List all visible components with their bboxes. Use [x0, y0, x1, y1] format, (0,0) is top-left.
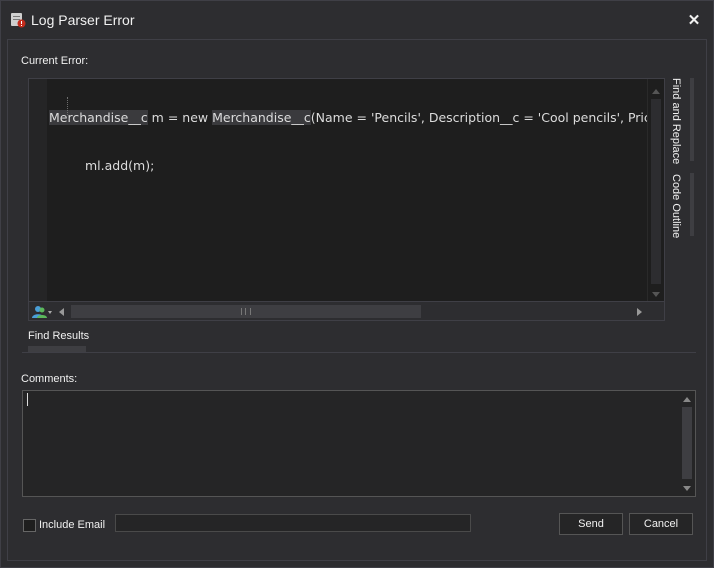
include-email-label: Include Email [39, 519, 106, 531]
code-outline-tab-indicator [690, 173, 694, 236]
scroll-down-icon[interactable] [652, 292, 660, 297]
tab-code-outline[interactable]: Code Outline [670, 174, 682, 238]
code-token: m = new [147, 110, 213, 125]
comments-vertical-scrollbar[interactable] [679, 391, 695, 496]
close-icon: ✕ [687, 12, 701, 29]
editor-horizontal-scrollbar[interactable] [29, 301, 664, 320]
indent-guide [67, 97, 68, 115]
code-line-1: Merchandise__c m = new Merchandise__c(Na… [47, 109, 647, 127]
editor-vertical-scrollbar[interactable] [647, 79, 664, 301]
log-parser-error-window: Log Parser Error ✕ Current Error: Mercha… [0, 0, 714, 568]
scroll-down-icon[interactable] [683, 486, 691, 491]
scroll-thumb[interactable] [651, 99, 661, 284]
current-error-label: Current Error: [21, 55, 89, 67]
app-error-icon [11, 13, 26, 28]
code-line-2: ml.add(m); [85, 158, 155, 173]
cancel-button[interactable]: Cancel [629, 513, 693, 535]
editor-gutter [29, 79, 47, 301]
tab-find-and-replace[interactable]: Find and Replace [670, 78, 682, 164]
tab-find-results[interactable]: Find Results [28, 330, 89, 342]
grip-icon [241, 308, 251, 315]
close-button[interactable]: ✕ [683, 9, 705, 31]
send-button[interactable]: Send [559, 513, 623, 535]
code-text[interactable]: Merchandise__c m = new Merchandise__c(Na… [47, 79, 647, 301]
window-title: Log Parser Error [31, 12, 135, 28]
find-replace-tab-indicator [690, 78, 694, 161]
code-token-highlight: Merchandise__c [212, 110, 311, 125]
code-editor[interactable]: Merchandise__c m = new Merchandise__c(Na… [28, 78, 665, 321]
section-divider [22, 352, 696, 353]
email-field[interactable] [115, 514, 471, 532]
title-bar: Log Parser Error ✕ [1, 1, 713, 39]
code-token-highlight: Merchandise__c [49, 110, 148, 125]
scroll-thumb[interactable] [682, 407, 692, 479]
dialog-content: Current Error: Merchandise__c m = new Me… [7, 39, 707, 561]
include-email-checkbox[interactable] [23, 519, 36, 532]
scroll-left-icon[interactable] [59, 308, 64, 316]
text-caret [27, 393, 28, 406]
code-token: (Name = 'Pencils', Description__c = 'Coo… [310, 110, 647, 125]
comments-label: Comments: [21, 373, 78, 385]
comments-textarea[interactable] [22, 390, 696, 497]
horizontal-scroll-thumb[interactable] [71, 305, 421, 318]
scroll-up-icon[interactable] [683, 397, 691, 402]
scroll-up-icon[interactable] [652, 89, 660, 94]
scroll-right-icon[interactable] [637, 308, 642, 316]
user-icon[interactable] [31, 305, 53, 319]
